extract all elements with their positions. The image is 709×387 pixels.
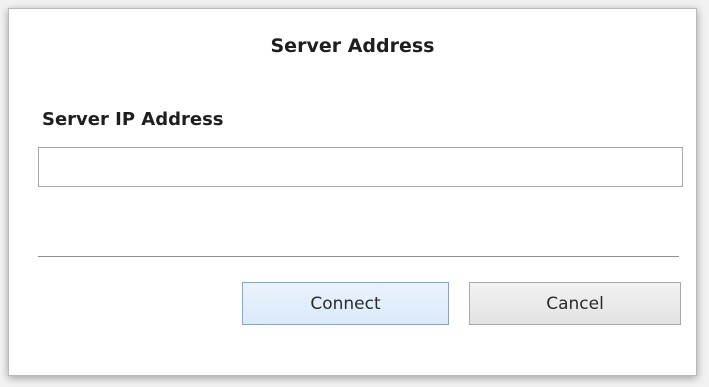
- cancel-button-label: Cancel: [546, 293, 604, 314]
- server-address-dialog: Server Address Server IP Address Connect…: [8, 8, 697, 376]
- server-ip-input[interactable]: [38, 147, 683, 187]
- server-ip-label: Server IP Address: [42, 109, 224, 130]
- dialog-divider: [38, 256, 679, 257]
- connect-button-label: Connect: [310, 293, 381, 314]
- connect-button[interactable]: Connect: [242, 282, 449, 325]
- cancel-button[interactable]: Cancel: [469, 282, 681, 325]
- dialog-title: Server Address: [270, 35, 435, 57]
